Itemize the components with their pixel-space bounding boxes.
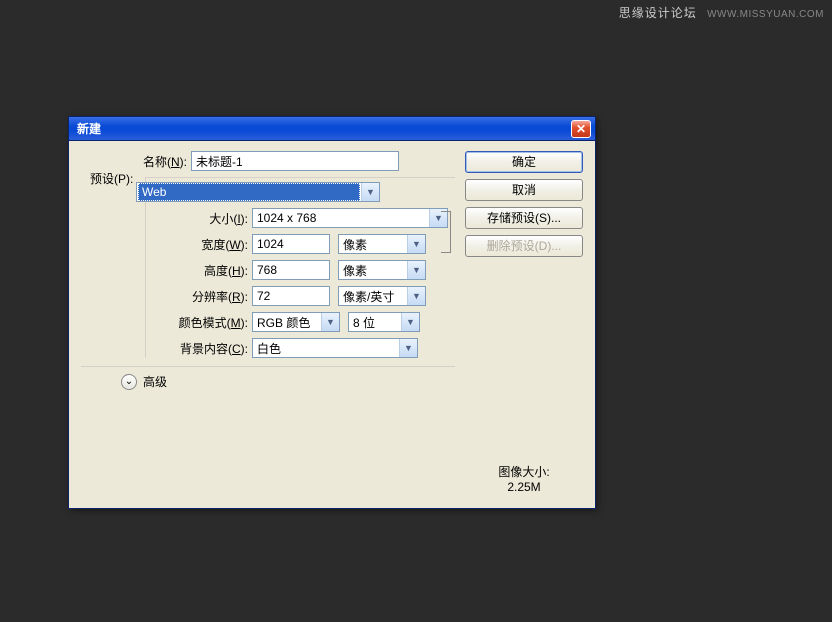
chevron-down-icon: ▼ <box>361 183 379 201</box>
width-unit-value: 像素 <box>339 236 407 253</box>
new-document-dialog: 新建 ✕ 名称(N): 预设(P): Web ▼ <box>68 116 596 509</box>
delete-preset-button: 删除预设(D)... <box>465 235 583 257</box>
watermark: 思缘设计论坛 WWW.MISSYUAN.COM <box>619 4 824 21</box>
watermark-url: WWW.MISSYUAN.COM <box>707 9 824 20</box>
bg-select[interactable]: 白色 ▼ <box>252 338 418 358</box>
bg-row: 背景内容(C): 白色 ▼ <box>170 338 455 358</box>
chevron-down-icon: ▼ <box>407 235 425 253</box>
height-row: 高度(H): 像素 ▼ <box>170 260 455 280</box>
preset-value: Web <box>138 183 360 201</box>
titlebar[interactable]: 新建 ✕ <box>69 117 595 141</box>
resolution-label: 分辨率(R): <box>170 288 252 305</box>
size-row: 大小(I): 1024 x 768 ▼ <box>170 208 455 228</box>
dialog-body: 名称(N): 预设(P): Web ▼ 大小(I): <box>69 141 595 508</box>
colormode-select[interactable]: RGB 颜色 ▼ <box>252 312 340 332</box>
left-column: 名称(N): 预设(P): Web ▼ 大小(I): <box>81 151 455 494</box>
resolution-unit-value: 像素/英寸 <box>339 288 407 305</box>
size-value: 1024 x 768 <box>253 211 429 225</box>
bg-label: 背景内容(C): <box>170 340 252 357</box>
advanced-toggle-button[interactable]: ⌄ <box>121 374 137 390</box>
resolution-input[interactable] <box>252 286 330 306</box>
name-label: 名称(N): <box>81 153 191 170</box>
colormode-value: RGB 颜色 <box>253 314 321 331</box>
chevron-down-icon: ▼ <box>407 261 425 279</box>
chevron-down-icon: ▼ <box>401 313 419 331</box>
close-icon: ✕ <box>576 122 586 136</box>
dialog-title: 新建 <box>77 120 571 137</box>
name-input[interactable] <box>191 151 399 171</box>
preset-fieldset: 预设(P): Web ▼ 大小(I): 1024 x 768 ▼ <box>145 177 455 358</box>
colormode-row: 颜色模式(M): RGB 颜色 ▼ 8 位 ▼ <box>170 312 455 332</box>
height-input[interactable] <box>252 260 330 280</box>
height-label: 高度(H): <box>170 262 252 279</box>
advanced-row: ⌄ 高级 <box>121 373 455 390</box>
size-group: 大小(I): 1024 x 768 ▼ 宽度(W): 像素 ▼ <box>170 208 455 280</box>
preset-select[interactable]: Web ▼ <box>136 182 380 202</box>
image-size-value: 2.25M <box>465 480 583 494</box>
right-column: 确定 取消 存储预设(S)... 删除预设(D)... 图像大小: 2.25M <box>465 151 583 494</box>
size-select[interactable]: 1024 x 768 ▼ <box>252 208 448 228</box>
bitdepth-value: 8 位 <box>349 314 401 331</box>
name-row: 名称(N): <box>81 151 455 171</box>
image-size-label: 图像大小: <box>465 463 583 480</box>
width-unit-select[interactable]: 像素 ▼ <box>338 234 426 254</box>
resolution-row: 分辨率(R): 像素/英寸 ▼ <box>170 286 455 306</box>
bitdepth-select[interactable]: 8 位 ▼ <box>348 312 420 332</box>
cancel-button[interactable]: 取消 <box>465 179 583 201</box>
preset-label: 预设(P): <box>86 170 137 187</box>
ok-button[interactable]: 确定 <box>465 151 583 173</box>
size-label: 大小(I): <box>170 210 252 227</box>
height-unit-select[interactable]: 像素 ▼ <box>338 260 426 280</box>
chevrons-down-icon: ⌄ <box>125 376 133 387</box>
width-label: 宽度(W): <box>170 236 252 253</box>
height-unit-value: 像素 <box>339 262 407 279</box>
divider <box>81 366 455 367</box>
save-preset-button[interactable]: 存储预设(S)... <box>465 207 583 229</box>
width-row: 宽度(W): 像素 ▼ <box>170 234 455 254</box>
image-size-info: 图像大小: 2.25M <box>465 463 583 494</box>
chevron-down-icon: ▼ <box>407 287 425 305</box>
advanced-label: 高级 <box>143 373 167 390</box>
bg-value: 白色 <box>253 340 399 357</box>
resolution-unit-select[interactable]: 像素/英寸 ▼ <box>338 286 426 306</box>
dimension-bracket <box>441 211 451 253</box>
watermark-text: 思缘设计论坛 <box>619 6 697 20</box>
close-button[interactable]: ✕ <box>571 120 591 138</box>
chevron-down-icon: ▼ <box>321 313 339 331</box>
width-input[interactable] <box>252 234 330 254</box>
chevron-down-icon: ▼ <box>399 339 417 357</box>
colormode-label: 颜色模式(M): <box>170 314 252 331</box>
